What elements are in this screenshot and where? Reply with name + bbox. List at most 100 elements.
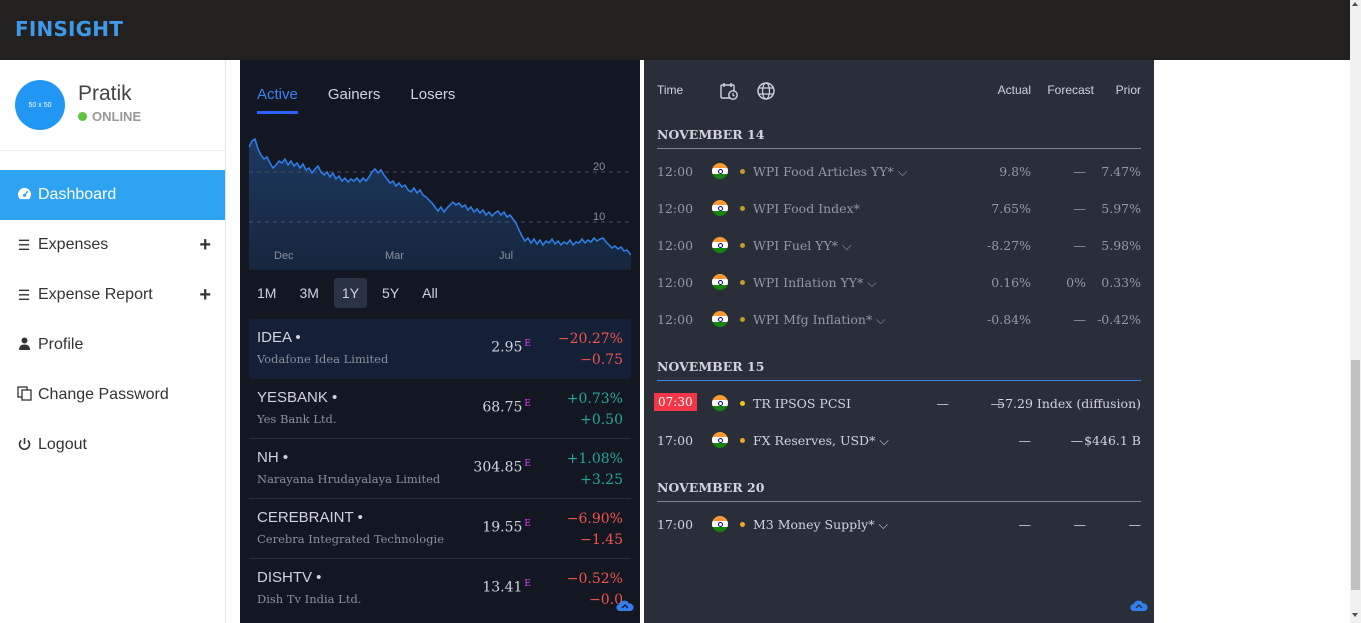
user-name: Pratik [78, 82, 132, 105]
event-prior: 57.29 Index (diffusion) [997, 396, 1141, 411]
sidebar-item-change-password[interactable]: Change Password [0, 370, 225, 420]
stock-name: Narayana Hrudayalaya Limited [257, 472, 441, 486]
sidebar-item-label: Profile [38, 336, 84, 353]
tab-losers[interactable]: Losers [410, 86, 455, 114]
india-flag-icon [712, 237, 728, 253]
event-name: M3 Money Supply* ⌵ [753, 517, 888, 532]
stock-row[interactable]: IDEA • Vodafone Idea Limited 2.95 E −20.2… [249, 319, 631, 379]
india-flag-icon [712, 274, 728, 290]
event-time: 12:00 [657, 275, 694, 290]
date-section-header: NOVEMBER 14 [657, 127, 1141, 149]
stock-symbol: YESBANK • [257, 389, 338, 406]
event-forecast: — [1073, 201, 1087, 216]
stock-row[interactable]: DISHTV • Dish Tv India Ltd. 13.41 E −0.52… [249, 559, 631, 619]
stock-row[interactable]: YESBANK • Yes Bank Ltd. 68.75 E +0.73% +0… [249, 379, 631, 439]
cloud-icon[interactable] [616, 600, 634, 612]
x-tick-label: Mar [385, 250, 404, 262]
event-row[interactable]: 12:00 WPI Fuel YY* ⌵ -8.27% — 5.98% [657, 234, 1141, 258]
date-section-header: NOVEMBER 15 [657, 359, 1141, 381]
range-selector: 1M 3M 1Y 5Y All [249, 278, 453, 308]
brand-logo[interactable]: FINSIGHT [15, 17, 123, 41]
y-tick-label: 20 [593, 161, 605, 173]
sidebar-item-expense-report[interactable]: ☰ Expense Report + [0, 270, 225, 320]
event-row[interactable]: 12:00 WPI Food Index* 7.65% — 5.97% [657, 197, 1141, 221]
stock-change: +0.50 [580, 412, 623, 428]
tab-active[interactable]: Active [257, 86, 298, 114]
india-flag-icon [712, 516, 728, 532]
event-time: 12:00 [657, 312, 694, 327]
scroll-up-arrow-icon[interactable] [1352, 2, 1358, 6]
top-navbar: FINSIGHT [0, 0, 1350, 60]
sidebar-item-label: Logout [38, 436, 87, 453]
tab-gainers[interactable]: Gainers [328, 86, 381, 114]
event-prior: — [1128, 517, 1142, 532]
event-row[interactable]: 12:00 WPI Food Articles YY* ⌵ 9.8% — 7.4… [657, 160, 1141, 184]
event-name: WPI Fuel YY* ⌵ [753, 238, 852, 253]
market-movers-widget: Active Gainers Losers 20 10 Dec Mar Jul … [240, 60, 640, 623]
sidebar-item-logout[interactable]: Logout [0, 420, 225, 470]
event-actual: — [1018, 517, 1032, 532]
event-row[interactable]: 07:30 TR IPSOS PCSI — — 57.29 Index (dif… [654, 392, 1141, 416]
event-row[interactable]: 17:00 FX Reserves, USD* ⌵ — — $446.1 B [657, 429, 1141, 453]
india-flag-icon [712, 395, 728, 411]
india-flag-icon [712, 163, 728, 179]
date-section-header: NOVEMBER 20 [657, 480, 1141, 502]
india-flag-icon [712, 432, 728, 448]
india-flag-icon [712, 200, 728, 216]
event-time: 17:00 [657, 517, 694, 532]
x-tick-label: Dec [274, 250, 294, 262]
importance-dot-icon [740, 206, 745, 211]
stock-name: Yes Bank Ltd. [257, 412, 337, 426]
header-actual: Actual [997, 83, 1031, 97]
event-time-live: 07:30 [654, 393, 697, 411]
stock-row[interactable]: NH • Narayana Hrudayalaya Limited 304.85… [249, 439, 631, 499]
range-5y-button[interactable]: 5Y [374, 278, 407, 308]
calendar-clock-icon[interactable] [719, 81, 739, 101]
stock-change-percent: −20.27% [557, 331, 623, 347]
event-prior: $446.1 B [1084, 433, 1141, 448]
importance-dot-icon [740, 169, 745, 174]
scrollbar-thumb[interactable] [1351, 360, 1360, 590]
plus-icon[interactable]: + [199, 234, 211, 257]
event-forecast: — [1070, 433, 1084, 448]
plus-icon[interactable]: + [199, 284, 211, 307]
globe-icon[interactable] [756, 81, 776, 101]
event-actual: -0.84% [987, 312, 1031, 327]
cloud-icon[interactable] [1130, 600, 1148, 612]
power-icon [15, 437, 33, 454]
stock-row[interactable]: CEREBRAINT • Cerebra Integrated Technolo… [249, 499, 631, 559]
range-1y-button[interactable]: 1Y [333, 278, 368, 308]
event-name: FX Reserves, USD* ⌵ [753, 433, 889, 448]
sidebar-item-profile[interactable]: Profile [0, 320, 225, 370]
sidebar-item-expenses[interactable]: ☰ Expenses + [0, 220, 225, 270]
range-all-button[interactable]: All [414, 278, 446, 308]
price-area-chart[interactable]: 20 10 Dec Mar Jul [249, 135, 631, 270]
sidebar-item-dashboard[interactable]: Dashboard [0, 170, 225, 220]
event-forecast: 0% [1066, 275, 1086, 290]
event-prior: 5.97% [1101, 201, 1141, 216]
stock-change: −0.75 [580, 352, 623, 368]
event-name: TR IPSOS PCSI [753, 396, 851, 411]
event-forecast: — [1073, 312, 1087, 327]
stock-change-percent: −0.52% [566, 571, 623, 587]
stock-price: 68.75 E [482, 399, 531, 416]
event-row[interactable]: 12:00 WPI Inflation YY* ⌵ 0.16% 0% 0.33% [657, 271, 1141, 295]
event-name: WPI Food Index* [753, 201, 860, 216]
copy-icon [15, 386, 33, 404]
event-actual: -8.27% [987, 238, 1031, 253]
stock-price: 19.55 E [482, 519, 531, 536]
page-scrollbar[interactable] [1350, 0, 1361, 623]
event-row[interactable]: 12:00 WPI Mfg Inflation* ⌵ -0.84% — -0.4… [657, 308, 1141, 332]
importance-dot-icon [740, 280, 745, 285]
header-forecast: Forecast [1047, 83, 1094, 97]
event-forecast: — [1073, 238, 1087, 253]
event-row[interactable]: 17:00 M3 Money Supply* ⌵ — — — [657, 513, 1141, 537]
scroll-down-arrow-icon[interactable] [1352, 613, 1358, 617]
event-time: 12:00 [657, 201, 694, 216]
range-3m-button[interactable]: 3M [291, 278, 326, 308]
range-1m-button[interactable]: 1M [249, 278, 284, 308]
stock-symbol: CEREBRAINT • [257, 509, 363, 526]
stock-name: Dish Tv India Ltd. [257, 592, 362, 606]
menu-icon: ☰ [17, 236, 31, 253]
gauge-icon [15, 187, 33, 203]
